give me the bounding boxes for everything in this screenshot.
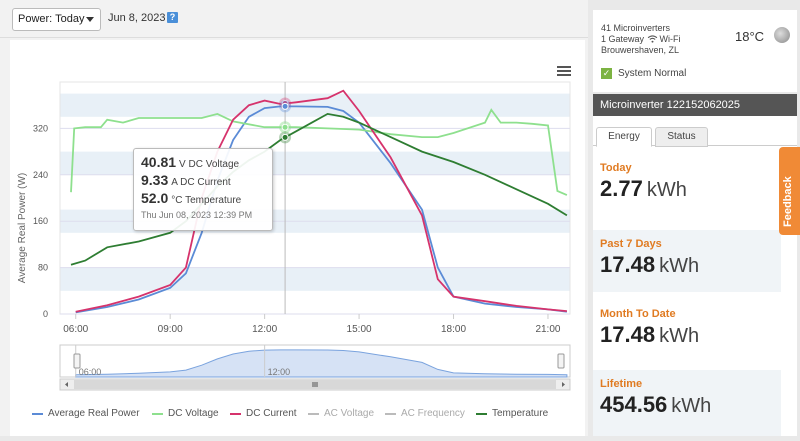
wifi-label: Wi-Fi xyxy=(659,34,681,44)
legend-swatch xyxy=(152,412,163,415)
weather-temperature: 18°C xyxy=(735,29,765,44)
legend-label: Average Real Power xyxy=(48,408,140,419)
device-card: Microinverter 122152062025 Energy Status… xyxy=(593,94,797,436)
toolbar: Power: Today Jun 8, 2023 ? xyxy=(0,0,588,38)
chart-tooltip: 40.81 V DC Voltage 9.33 A DC Current 52.0 °… xyxy=(133,148,273,231)
stat-label: Past 7 Days xyxy=(600,238,662,250)
help-icon[interactable]: ? xyxy=(167,12,178,23)
feedback-label: Feedback xyxy=(782,176,794,227)
stat-month-to-date: Month To Date 17.48 kWh xyxy=(593,300,781,362)
date-label[interactable]: Jun 8, 2023 xyxy=(108,12,166,24)
power-chart[interactable]: Average Real Power (W) 0 80 160 240 320 06:0… xyxy=(10,40,585,436)
legend-ac-frequency[interactable]: AC Frequency xyxy=(385,408,465,419)
stat-label: Today xyxy=(600,162,632,174)
navigator-handle-right[interactable] xyxy=(557,353,565,369)
stat-value: 2.77 xyxy=(600,176,643,201)
navigator-tick-label: 06:00 xyxy=(79,367,102,377)
stat-unit: kWh xyxy=(659,255,700,277)
tooltip-current-value: 9.33 xyxy=(141,172,169,188)
stat-unit: kWh xyxy=(659,325,700,347)
y-tick-label: 80 xyxy=(38,263,48,273)
legend-ac-voltage[interactable]: AC Voltage xyxy=(308,408,374,419)
system-status: ✓ System Normal xyxy=(601,68,686,79)
legend-label: DC Voltage xyxy=(168,408,219,419)
x-tick-label: 09:00 xyxy=(158,324,183,335)
system-info-card: 41 Microinverters 1 Gateway Wi-Fi Brouwe… xyxy=(593,10,797,92)
legend-label: AC Frequency xyxy=(401,408,465,419)
y-axis-label: Average Real Power (W) xyxy=(17,173,28,283)
legend-temperature[interactable]: Temperature xyxy=(476,408,548,419)
stat-value: 17.48 xyxy=(600,252,656,277)
system-summary: 41 Microinverters 1 Gateway Wi-Fi Brouwe… xyxy=(601,23,681,56)
tooltip-voltage-unit: V DC Voltage xyxy=(179,159,240,170)
tab-energy[interactable]: Energy xyxy=(596,127,652,147)
stat-unit: kWh xyxy=(646,179,687,201)
tooltip-time: Thu Jun 08, 2023 12:39 PM xyxy=(141,210,253,220)
x-tick-label: 18:00 xyxy=(441,324,466,335)
navigator-tick-label: 12:00 xyxy=(268,367,291,377)
tooltip-temp-unit: °C Temperature xyxy=(171,195,242,206)
location: Brouwershaven, ZL xyxy=(601,45,680,55)
stat-label: Lifetime xyxy=(600,378,643,390)
legend-label: DC Current xyxy=(246,408,297,419)
stat-value: 17.48 xyxy=(600,322,656,347)
y-tick-label: 320 xyxy=(33,123,48,133)
legend-label: AC Voltage xyxy=(324,408,375,419)
status-text: System Normal xyxy=(618,68,687,79)
period-select-label: Power: Today xyxy=(18,13,85,25)
plot-band xyxy=(60,267,570,291)
y-tick-label: 240 xyxy=(33,170,48,180)
gateway-count: 1 Gateway xyxy=(601,34,645,44)
stat-value: 454.56 xyxy=(600,392,668,417)
tooltip-current-unit: A DC Current xyxy=(171,177,231,188)
moon-icon xyxy=(774,27,790,43)
y-tick-label: 0 xyxy=(43,309,48,319)
device-tabs: Energy Status xyxy=(593,124,797,147)
chart-legend: Average Real Power DC Voltage DC Current… xyxy=(30,408,590,422)
legend-average-real-power[interactable]: Average Real Power xyxy=(32,408,140,419)
legend-label: Temperature xyxy=(492,408,549,419)
x-tick-label: 12:00 xyxy=(252,324,277,335)
legend-swatch xyxy=(476,412,487,415)
x-tick-label: 15:00 xyxy=(347,324,372,335)
hover-marker xyxy=(281,123,289,131)
stat-past-7-days: Past 7 Days 17.48 kWh xyxy=(593,230,781,292)
x-tick-label: 21:00 xyxy=(535,324,560,335)
stat-label: Month To Date xyxy=(600,308,676,320)
feedback-button[interactable]: Feedback xyxy=(779,147,800,235)
chart-menu-icon[interactable] xyxy=(557,66,571,76)
microinverter-count: 41 Microinverters xyxy=(601,23,671,33)
wifi-icon xyxy=(647,35,657,43)
tab-status[interactable]: Status xyxy=(655,127,708,147)
tooltip-voltage-value: 40.81 xyxy=(141,154,177,170)
hover-marker xyxy=(281,133,289,141)
legend-swatch xyxy=(230,412,241,415)
sidebar: 41 Microinverters 1 Gateway Wi-Fi Brouwe… xyxy=(590,0,800,436)
chevron-down-icon xyxy=(86,17,94,22)
stat-lifetime: Lifetime 454.56 kWh xyxy=(593,370,781,436)
period-select[interactable]: Power: Today xyxy=(12,8,101,31)
hover-marker xyxy=(281,102,289,110)
legend-dc-current[interactable]: DC Current xyxy=(230,408,297,419)
chart-area: Power: Today Jun 8, 2023 ? Average Real … xyxy=(0,0,588,436)
device-title: Microinverter 122152062025 xyxy=(593,94,797,116)
legend-swatch xyxy=(308,412,319,415)
chart-panel: Average Real Power (W) 0 80 160 240 320 06:0… xyxy=(10,40,585,436)
legend-swatch xyxy=(32,412,43,415)
stat-unit: kWh xyxy=(671,395,712,417)
check-icon: ✓ xyxy=(601,68,612,79)
navigator-handle-left[interactable] xyxy=(73,353,81,369)
legend-dc-voltage[interactable]: DC Voltage xyxy=(152,408,219,419)
y-tick-label: 160 xyxy=(33,216,48,226)
legend-swatch xyxy=(385,412,396,415)
tooltip-temp-value: 52.0 xyxy=(141,190,169,206)
x-tick-label: 06:00 xyxy=(63,324,88,335)
stat-today: Today 2.77 kWh xyxy=(593,162,781,224)
